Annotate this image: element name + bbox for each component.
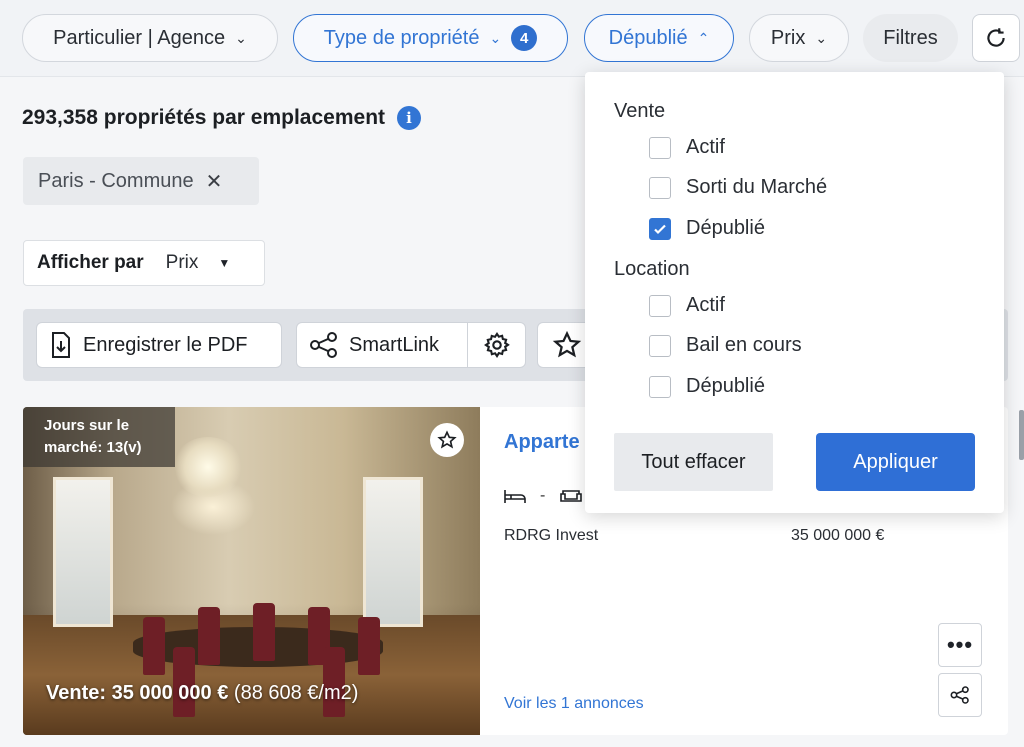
pdf-download-icon <box>52 332 70 358</box>
listing-price: 35 000 000 € <box>791 527 885 544</box>
share-icon <box>310 332 337 358</box>
apply-button[interactable]: Appliquer <box>816 433 975 491</box>
share-icon <box>950 686 969 704</box>
rent-leased-option[interactable]: Bail en cours <box>649 334 802 357</box>
refresh-icon <box>987 28 1005 47</box>
photo-price-per-m2: (88 608 €/m2) <box>233 682 359 704</box>
property-type-filter[interactable]: Type de propriété ⌄ 4 <box>293 14 568 62</box>
star-icon <box>552 330 582 358</box>
star-icon <box>437 430 457 449</box>
status-dropdown-panel: Vente Actif Sorti du Marché Dépublié Loc… <box>585 72 1004 513</box>
checkbox-checked[interactable] <box>649 217 671 240</box>
smartlink-label: SmartLink <box>349 333 440 356</box>
smartlink-settings-button[interactable] <box>467 322 526 368</box>
more-options-button[interactable]: ••• <box>938 623 982 667</box>
more-filters-button[interactable]: Filtres <box>863 14 958 62</box>
listing-features: - <box>504 487 583 505</box>
price-filter-label: Prix <box>770 26 806 49</box>
checkbox[interactable] <box>649 176 671 199</box>
location-chip-label: Paris - Commune <box>38 169 194 192</box>
bed-icon <box>504 490 526 503</box>
see-listings-link[interactable]: Voir les 1 annonces <box>504 695 644 713</box>
rent-group-label: Location <box>614 258 690 280</box>
days-on-market-badge: Jours sur le marché: 13(v) <box>23 407 175 467</box>
caret-down-icon: ▼ <box>218 256 231 270</box>
chevron-down-icon: ⌄ <box>235 29 247 46</box>
sale-unpublished-option[interactable]: Dépublié <box>649 217 765 240</box>
option-label: Actif <box>686 294 725 316</box>
listing-title[interactable]: Apparte <box>504 431 580 454</box>
results-count-title: 293,358 propriétés par emplacement i <box>22 106 422 130</box>
chevron-up-icon: ⌃ <box>697 29 710 46</box>
photo-price-overlay: Vente: 35 000 000 € (88 608 €/m2) <box>46 682 358 705</box>
sort-value: Prix <box>165 252 199 273</box>
checkbox[interactable] <box>649 136 671 159</box>
chevron-down-icon: ⌄ <box>815 29 828 46</box>
checkbox[interactable] <box>649 375 671 398</box>
sale-off-market-option[interactable]: Sorti du Marché <box>649 176 827 199</box>
checkbox[interactable] <box>649 294 671 317</box>
smartlink-button[interactable]: SmartLink <box>296 322 468 368</box>
more-dots-icon: ••• <box>946 632 974 657</box>
listing-agent: RDRG Invest <box>504 527 599 544</box>
scrollbar-thumb[interactable] <box>1019 410 1024 460</box>
location-chip: Paris - Commune ✕ <box>23 157 259 205</box>
results-count-text: 293,358 propriétés par emplacement <box>22 106 386 129</box>
photo-price: Vente: 35 000 000 € <box>46 682 229 704</box>
gear-icon <box>483 332 510 359</box>
option-label: Dépublié <box>686 217 765 239</box>
property-type-label: Type de propriété <box>323 26 480 49</box>
chevron-down-icon: ⌄ <box>489 29 502 46</box>
save-pdf-button[interactable]: Enregistrer le PDF <box>36 322 282 368</box>
close-icon[interactable]: ✕ <box>206 169 223 194</box>
share-listing-button[interactable] <box>938 673 982 717</box>
checkbox[interactable] <box>649 334 671 357</box>
rent-unpublished-option[interactable]: Dépublié <box>649 375 765 398</box>
checkmark-icon <box>654 224 666 234</box>
listing-favorite-button[interactable] <box>430 423 464 457</box>
sort-select[interactable]: Afficher par Prix ▼ <box>23 240 265 286</box>
clear-all-button[interactable]: Tout effacer <box>614 433 773 491</box>
listing-photo[interactable]: Jours sur le marché: 13(v) Vente: 35 000… <box>23 407 480 735</box>
status-filter-label: Dépublié <box>608 26 688 49</box>
sofa-icon <box>560 490 583 502</box>
save-pdf-label: Enregistrer le PDF <box>83 333 248 356</box>
bed-count: - <box>540 487 546 504</box>
filter-bar: Particulier | Agence ⌄ Type de propriété… <box>0 0 1024 77</box>
property-type-count-badge: 4 <box>511 25 538 51</box>
option-label: Sorti du Marché <box>686 176 828 198</box>
price-filter[interactable]: Prix ⌄ <box>749 14 849 62</box>
sort-label: Afficher par <box>37 252 144 273</box>
option-label: Dépublié <box>686 375 765 397</box>
rent-active-option[interactable]: Actif <box>649 294 725 317</box>
seller-type-filter[interactable]: Particulier | Agence ⌄ <box>22 14 278 62</box>
sale-active-option[interactable]: Actif <box>649 136 725 159</box>
seller-type-label: Particulier | Agence <box>53 26 226 49</box>
status-filter[interactable]: Dépublié ⌃ <box>584 14 734 62</box>
option-label: Actif <box>686 136 725 158</box>
option-label: Bail en cours <box>686 334 802 356</box>
sale-group-label: Vente <box>614 100 666 122</box>
more-filters-label: Filtres <box>883 26 938 49</box>
info-icon[interactable]: i <box>397 106 422 130</box>
refresh-button[interactable] <box>972 14 1020 62</box>
